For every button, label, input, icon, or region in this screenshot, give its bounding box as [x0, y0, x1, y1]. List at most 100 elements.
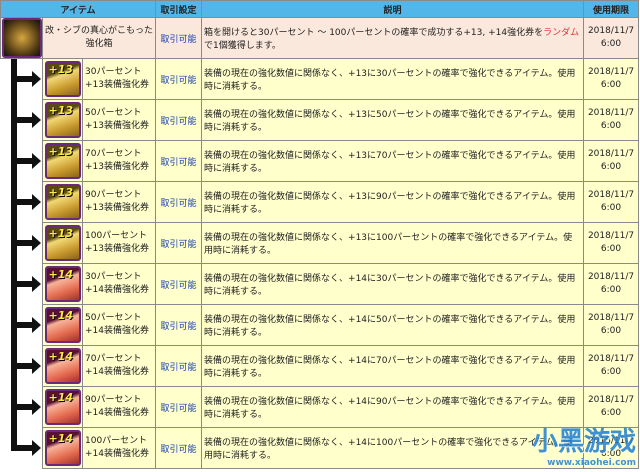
table-header: アイテム 取引設定 説明 使用期限	[0, 0, 640, 18]
table-row-box: 改・シブの真心がこもった強化箱 取引可能 箱を開けると30パーセント ～ 100…	[0, 17, 640, 59]
arrow-right-icon	[10, 358, 41, 374]
enhancement-ticket-icon: +14	[44, 307, 81, 343]
expiry-day: 2018/11/7	[587, 272, 635, 282]
item-description: 装備の現在の強化数値に関係なく、+13に70パーセントの確率で強化できるアイテム…	[201, 140, 585, 182]
expiry-day: 2018/11/7	[587, 149, 635, 159]
tree-connector	[0, 345, 43, 387]
item-name: 50パーセント +14装備強化券	[81, 304, 157, 346]
item-name: 90パーセント +13装備強化券	[81, 181, 157, 223]
item-table: アイテム 取引設定 説明 使用期限 改・シブの真心がこもった強化箱 取引可能 箱…	[0, 0, 640, 469]
arrow-right-icon	[10, 71, 41, 88]
table-row: +14 30パーセント +14装備強化券 取引可能 装備の現在の強化数値に関係なく…	[0, 263, 640, 305]
arrow-right-icon	[10, 112, 41, 128]
tree-connector	[0, 58, 43, 100]
item-description: 装備の現在の強化数値に関係なく、+14に90パーセントの確率で強化できるアイテム…	[201, 386, 585, 428]
item-name-type: +13装備強化券	[85, 203, 149, 213]
expiry-day: 2018/11/7	[587, 313, 635, 323]
item-description: 装備の現在の強化数値に関係なく、+14に50パーセントの確率で強化できるアイテム…	[201, 304, 585, 346]
item-description: 箱を開けると30パーセント ～ 100パーセントの確率で成功する+13, +14…	[201, 17, 585, 59]
item-name: 70パーセント +14装備強化券	[81, 345, 157, 387]
expiry-time: 6:00	[600, 326, 622, 336]
expiry-time: 6:00	[600, 80, 622, 90]
expiry-time: 6:00	[600, 203, 622, 213]
trade-status: 取引可能	[155, 263, 203, 305]
item-name-type: +14装備強化券	[85, 367, 149, 377]
trade-status: 取引可能	[155, 304, 203, 346]
tree-connector	[0, 263, 43, 305]
trade-status: 取引可能	[155, 140, 203, 182]
trade-status: 取引可能	[155, 222, 203, 264]
expiry-day: 2018/11/7	[587, 395, 635, 405]
header-expiry: 使用期限	[583, 0, 640, 18]
tree-connector	[0, 181, 43, 223]
item-description: 装備の現在の強化数値に関係なく、+14に70パーセントの確率で強化できるアイテム…	[201, 345, 585, 387]
trade-status: 取引可能	[155, 427, 203, 469]
desc-text-end: で1個獲得します。	[204, 41, 281, 51]
item-name-rate: 50パーセント	[85, 313, 142, 323]
table-row: +14 50パーセント +14装備強化券 取引可能 装備の現在の強化数値に関係なく…	[0, 304, 640, 346]
tree-connector	[0, 304, 43, 346]
item-name: 100パーセント +13装備強化券	[81, 222, 157, 264]
watermark-url: www.xiaohei.com	[547, 458, 636, 468]
header-item: アイテム	[0, 0, 157, 18]
trade-status: 取引可能	[155, 181, 203, 223]
header-trade: 取引設定	[155, 0, 203, 18]
item-name-rate: 70パーセント	[85, 354, 142, 364]
arrow-right-icon	[10, 153, 41, 169]
tree-connector	[0, 99, 43, 141]
item-name-type: +13装備強化券	[85, 80, 149, 90]
enhancement-ticket-icon: +14	[44, 430, 81, 466]
table-row: +14 70パーセント +14装備強化券 取引可能 装備の現在の強化数値に関係なく…	[0, 345, 640, 387]
table-row: +13 30パーセント +13装備強化券 取引可能 装備の現在の強化数値に関係なく…	[0, 58, 640, 100]
expiry-day: 2018/11/7	[587, 67, 635, 77]
tree-connector	[0, 222, 43, 264]
table-row: +13 100パーセント +13装備強化券 取引可能 装備の現在の強化数値に関係な…	[0, 222, 640, 264]
expiry-date: 2018/11/7 6:00	[583, 140, 640, 182]
tree-connector	[0, 427, 43, 469]
item-name-rate: 70パーセント	[85, 149, 142, 159]
expiry-time: 6:00	[600, 162, 622, 172]
item-name: 100パーセント +14装備強化券	[81, 427, 157, 469]
expiry-time: 6:00	[600, 285, 622, 295]
enhancement-ticket-icon: +13	[44, 61, 81, 97]
watermark-text: 小黑游戏	[531, 427, 636, 457]
expiry-date: 2018/11/7 6:00	[583, 222, 640, 264]
item-description: 装備の現在の強化数値に関係なく、+14に100パーセントの確率で強化できるアイテ…	[201, 427, 585, 469]
trade-status: 取引可能	[155, 345, 203, 387]
trade-status: 取引可能	[155, 17, 203, 59]
tree-connector	[0, 386, 43, 428]
table-row: +13 70パーセント +13装備強化券 取引可能 装備の現在の強化数値に関係なく…	[0, 140, 640, 182]
watermark-logo: 小黑游戏 www.xiaohei.com	[532, 421, 636, 468]
expiry-time: 6:00	[600, 244, 622, 254]
item-name-rate: 30パーセント	[85, 67, 142, 77]
item-name-type: +13装備強化券	[85, 121, 149, 131]
item-description: 装備の現在の強化数値に関係なく、+13に100パーセントの確率で強化できるアイテ…	[201, 222, 585, 264]
item-name-rate: 100パーセント	[85, 231, 148, 241]
arrow-right-icon	[10, 194, 41, 210]
header-desc: 説明	[201, 0, 585, 18]
item-name-type: +14装備強化券	[85, 285, 149, 295]
expiry-time: 6:00	[600, 408, 622, 418]
table-row: +13 90パーセント +13装備強化券 取引可能 装備の現在の強化数値に関係なく…	[0, 181, 640, 223]
item-name-type: +14装備強化券	[85, 408, 149, 418]
expiry-day: 2018/11/7	[587, 26, 635, 36]
item-name: 改・シブの真心がこもった強化箱	[41, 17, 157, 59]
item-name-type: +13装備強化券	[85, 162, 149, 172]
expiry-date: 2018/11/7 6:00	[583, 99, 640, 141]
arrow-right-icon	[10, 276, 41, 292]
item-name-type: +14装備強化券	[85, 449, 149, 459]
enhancement-ticket-icon: +13	[44, 102, 81, 138]
expiry-date: 2018/11/7 6:00	[583, 17, 640, 59]
desc-highlight: ランダム	[543, 28, 580, 38]
item-description: 装備の現在の強化数値に関係なく、+13に90パーセントの確率で強化できるアイテム…	[201, 181, 585, 223]
expiry-day: 2018/11/7	[587, 354, 635, 364]
item-name-rate: 90パーセント	[85, 395, 142, 405]
trade-status: 取引可能	[155, 99, 203, 141]
expiry-day: 2018/11/7	[587, 190, 635, 200]
item-name: 30パーセント +14装備強化券	[81, 263, 157, 305]
expiry-date: 2018/11/7 6:00	[583, 181, 640, 223]
expiry-time: 6:00	[600, 367, 622, 377]
item-name-type: +14装備強化券	[85, 326, 149, 336]
tree-connector	[0, 140, 43, 182]
item-description: 装備の現在の強化数値に関係なく、+13に30パーセントの確率で強化できるアイテム…	[201, 58, 585, 100]
